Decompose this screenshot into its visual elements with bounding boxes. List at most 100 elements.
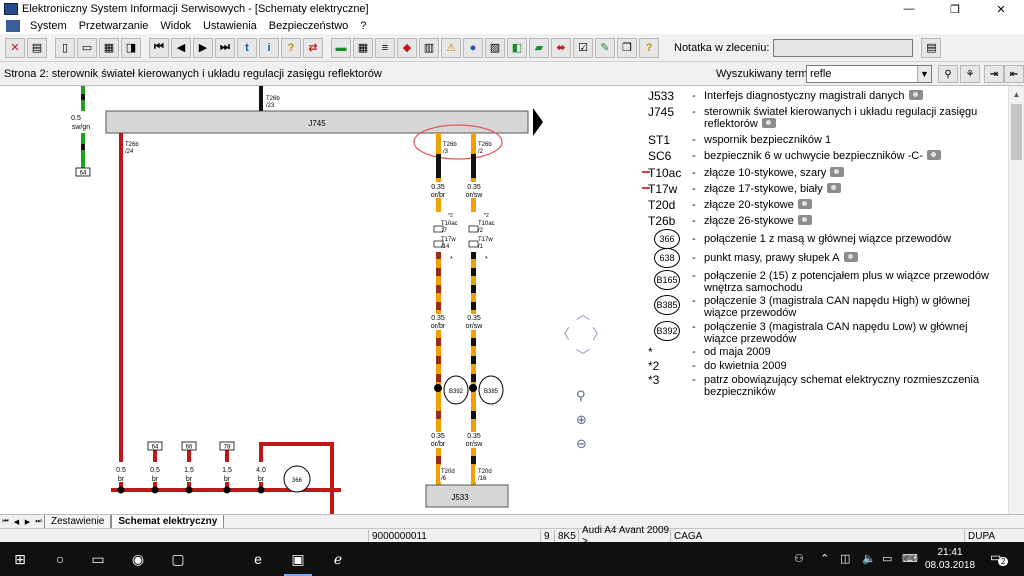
schema-viewport[interactable]: J745 0.5 sw/gn 64 T26b /23 T26b /24 T26b…: [0, 86, 1024, 514]
tab-last-icon[interactable]: ⏭: [33, 516, 44, 528]
search-icon[interactable]: ⚲: [938, 65, 958, 83]
search-taskbar-icon[interactable]: ○: [40, 542, 80, 576]
wire-color-label: or/br: [431, 323, 446, 330]
keyboard-icon[interactable]: ⌨: [902, 552, 918, 565]
camera-icon[interactable]: [797, 199, 812, 209]
vehicle-icon[interactable]: ◨: [121, 37, 141, 58]
print-icon[interactable]: ▤: [27, 37, 47, 58]
next-page-icon[interactable]: ▶: [193, 37, 213, 58]
connector-label: T20d: [478, 469, 492, 475]
book-icon[interactable]: ◆: [397, 37, 417, 58]
table-icon[interactable]: ▥: [419, 37, 439, 58]
task-view-icon[interactable]: ▭: [78, 542, 118, 576]
pan-left-icon[interactable]: 〈: [556, 324, 570, 344]
minimize-button[interactable]: —: [886, 0, 932, 18]
warning-icon[interactable]: ⚠: [441, 37, 461, 58]
menu-help[interactable]: ?: [354, 20, 372, 32]
scroll-thumb[interactable]: [1011, 104, 1022, 160]
camera-icon[interactable]: [761, 118, 776, 128]
scroll-up-icon[interactable]: ▲: [1009, 86, 1024, 102]
notatka-button-icon[interactable]: ▤: [921, 37, 942, 58]
first-page-icon[interactable]: ⏮: [149, 37, 169, 58]
globe-icon[interactable]: ●: [463, 37, 483, 58]
zoom-in-icon[interactable]: ⊕: [576, 412, 587, 428]
battery-icon[interactable]: ▭: [882, 552, 892, 565]
network-icon[interactable]: ◫: [840, 552, 850, 565]
pan-right-icon[interactable]: 〉: [592, 324, 606, 344]
camera-icon[interactable]: [830, 167, 845, 177]
media-player-icon[interactable]: ◉: [118, 542, 158, 576]
maximize-button[interactable]: ❐: [932, 0, 978, 18]
car-icon[interactable]: ▬: [331, 37, 351, 58]
zoom-fit-icon[interactable]: ⚲: [576, 388, 586, 404]
diagram-icon[interactable]: ▦: [353, 37, 373, 58]
transfer-icon[interactable]: ⬌: [551, 37, 571, 58]
menu-przetwarzanie[interactable]: Przetwarzanie: [73, 20, 155, 32]
camera-icon[interactable]: [826, 183, 841, 193]
file-explorer-icon[interactable]: ▢: [158, 542, 198, 576]
clock[interactable]: 21:41 08.03.2018: [924, 546, 976, 572]
wire-color-label: or/sw: [466, 441, 484, 448]
zoom-out-icon[interactable]: ⊖: [576, 436, 587, 452]
find-next-icon[interactable]: ⇥: [984, 65, 1004, 83]
document-icon[interactable]: ▦: [99, 37, 119, 58]
find-previous-icon[interactable]: ⇤: [1004, 65, 1024, 83]
car-green-icon[interactable]: ▰: [529, 37, 549, 58]
wire-red-left[interactable]: [119, 133, 123, 488]
swap-icon[interactable]: ⇄: [303, 37, 323, 58]
wire-gauge-label: 0.5: [71, 115, 81, 122]
new-document-icon[interactable]: ▯: [55, 37, 75, 58]
menu-bezpieczenstwo[interactable]: Bezpieczeństwo: [263, 20, 355, 32]
pan-down-icon[interactable]: ﹀: [576, 346, 590, 366]
notatka-input[interactable]: [773, 38, 914, 57]
ground-label: 366: [292, 478, 303, 484]
menu-widok[interactable]: Widok: [154, 20, 197, 32]
internet-explorer-icon[interactable]: ℯ: [318, 542, 358, 576]
last-page-icon[interactable]: ⏭: [215, 37, 235, 58]
wire-color-label: or/br: [431, 192, 446, 199]
system-menu-icon[interactable]: [6, 20, 20, 32]
people-icon[interactable]: ⚇: [794, 552, 804, 565]
camera-icon[interactable]: [908, 90, 923, 100]
tray-chevron-up-icon[interactable]: ⌃: [820, 552, 829, 565]
tab-next-icon[interactable]: ▶: [22, 516, 33, 528]
tab-zestawienie[interactable]: Zestawienie: [44, 514, 112, 529]
pan-up-icon[interactable]: ︿: [576, 304, 590, 324]
wire-green-mid[interactable]: [81, 133, 85, 168]
windows-start-icon[interactable]: ⊞: [0, 542, 40, 576]
chevron-down-icon[interactable]: ▼: [917, 66, 931, 82]
menu-ustawienia[interactable]: Ustawienia: [197, 20, 263, 32]
legend-desc: połączenie 3 (magistrala CAN napędu High…: [704, 295, 970, 319]
search-input[interactable]: refle ▼: [806, 65, 932, 83]
copy-icon[interactable]: ❐: [617, 37, 637, 58]
edge-browser-icon[interactable]: e: [238, 542, 278, 576]
wire-black-top[interactable]: [259, 86, 263, 111]
close-button[interactable]: ✕: [978, 0, 1024, 18]
binoculars-icon[interactable]: ⚘: [960, 65, 980, 83]
vertical-scrollbar[interactable]: ▲: [1008, 86, 1024, 514]
esi-app-taskbar-icon[interactable]: ▣: [278, 542, 318, 576]
camera-icon[interactable]: [797, 215, 812, 225]
open-folder-icon[interactable]: ▭: [77, 37, 97, 58]
list-icon[interactable]: ≡: [375, 37, 395, 58]
component-icon[interactable]: ◧: [507, 37, 527, 58]
menu-system[interactable]: System: [24, 20, 73, 32]
volume-muted-icon[interactable]: 🔈: [862, 552, 876, 565]
camera-icon[interactable]: [843, 252, 858, 262]
tab-schemat-elektryczny[interactable]: Schemat elektryczny: [111, 514, 225, 529]
question-icon[interactable]: ?: [639, 37, 659, 58]
action-center-icon[interactable]: ▭ 2: [990, 550, 1009, 566]
tab-prev-icon[interactable]: ◀: [11, 516, 22, 528]
help-icon[interactable]: ?: [281, 37, 301, 58]
tab-first-icon[interactable]: ⏮: [0, 516, 11, 528]
edit-icon[interactable]: ✎: [595, 37, 615, 58]
camera-icon[interactable]: [926, 150, 941, 160]
wire-gauge-label: 1.5: [222, 467, 232, 474]
previous-page-icon[interactable]: ◀: [171, 37, 191, 58]
up-level-icon[interactable]: t: [237, 37, 257, 58]
checklist-icon[interactable]: ☑: [573, 37, 593, 58]
schema-icon[interactable]: ▨: [485, 37, 505, 58]
exit-icon[interactable]: ✕: [5, 37, 25, 58]
splice-label: B392: [449, 389, 464, 395]
info-icon[interactable]: i: [259, 37, 279, 58]
